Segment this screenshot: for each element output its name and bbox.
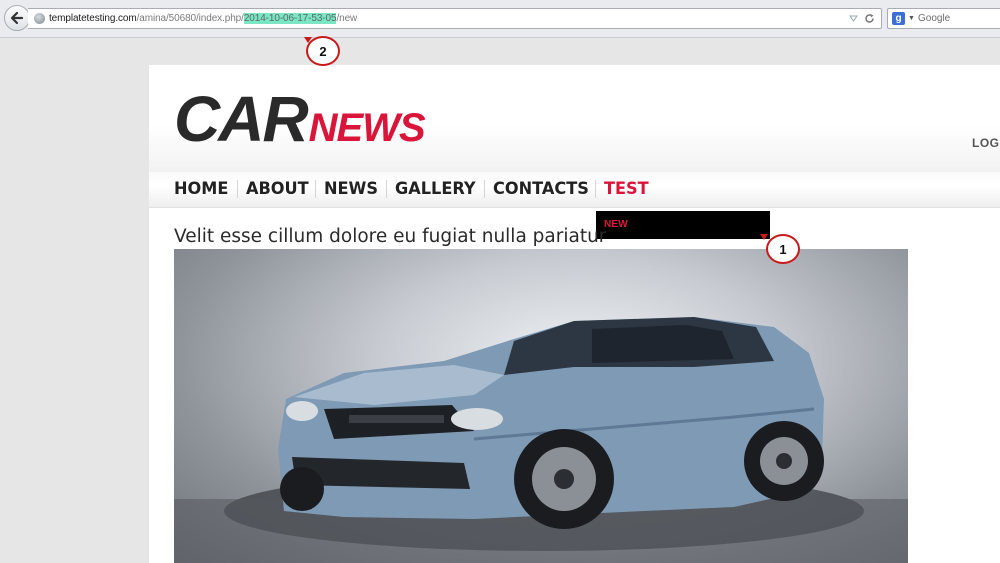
callout-pointer (760, 234, 768, 240)
nav-separator (386, 180, 387, 198)
car-illustration (174, 317, 908, 563)
chevron-down-icon[interactable]: ▼ (908, 9, 915, 28)
annotation-callout-1: 1 (766, 234, 800, 264)
nav-separator (237, 180, 238, 198)
back-arrow-icon (10, 11, 24, 25)
url-highlighted-segment: 2014-10-06-17-53-05 (243, 13, 337, 24)
search-bar[interactable]: g ▼ Google (887, 8, 1000, 29)
search-placeholder: Google (918, 13, 951, 24)
address-bar[interactable]: templatetesting.com/amina/50680/index.ph… (28, 8, 882, 29)
login-link[interactable]: LOGI (972, 136, 1000, 150)
site-logo[interactable]: CAR NEWS (174, 83, 426, 155)
article-title[interactable]: Velit esse cillum dolore eu fugiat nulla… (174, 226, 606, 247)
site-header: CAR NEWS LOGI (149, 65, 1000, 172)
website-page: CAR NEWS LOGI HOME ABOUT NEWS GALLERY CO… (149, 65, 1000, 563)
url-path: /amina/50680/index.php/ (136, 13, 244, 24)
bookmark-arrow-icon[interactable] (849, 14, 858, 23)
nav-item-test[interactable]: TEST (604, 176, 649, 202)
main-nav: HOME ABOUT NEWS GALLERY CONTACTS TEST (149, 172, 1000, 208)
logo-car: CAR (174, 83, 309, 155)
reload-icon[interactable] (864, 13, 875, 24)
nav-item-news[interactable]: NEWS (324, 176, 378, 202)
nav-item-about[interactable]: ABOUT (246, 176, 309, 202)
nav-separator (484, 180, 485, 198)
logo-news: NEWS (308, 106, 426, 150)
dropdown-item-new[interactable]: NEW (604, 219, 628, 230)
url-path-end: /new (336, 13, 358, 24)
nav-item-gallery[interactable]: GALLERY (395, 176, 476, 202)
url-text: templatetesting.com/amina/50680/index.ph… (49, 9, 357, 28)
nav-separator (595, 180, 596, 198)
globe-icon (34, 13, 45, 24)
google-icon[interactable]: g (892, 12, 905, 25)
nav-item-home[interactable]: HOME (174, 176, 228, 202)
back-button[interactable] (4, 5, 30, 31)
url-host: templatetesting.com (49, 13, 137, 24)
car-photo (174, 249, 908, 563)
test-dropdown-menu: NEW (596, 211, 770, 239)
browser-toolbar: templatetesting.com/amina/50680/index.ph… (0, 0, 1000, 38)
nav-separator (315, 180, 316, 198)
nav-item-contacts[interactable]: CONTACTS (493, 176, 589, 202)
annotation-callout-2: 2 (306, 36, 340, 66)
